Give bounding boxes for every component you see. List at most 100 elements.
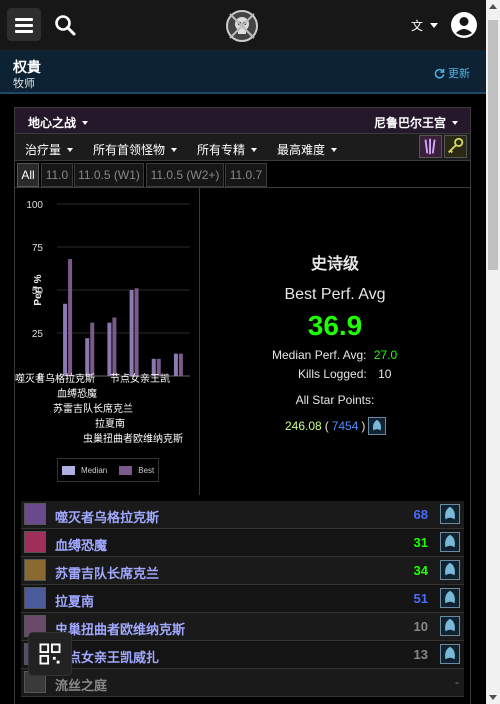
user-account-icon[interactable] — [450, 11, 478, 39]
y-tick-label: 75 — [32, 243, 44, 254]
metric-dropdown[interactable]: 治疗量 — [25, 141, 74, 158]
boss-row[interactable]: 苏雷吉队长席克兰 34 — [21, 557, 464, 585]
chevron-down-icon — [452, 120, 458, 125]
boss-row[interactable]: 节点女亲王凯威扎 13 — [21, 641, 464, 669]
bar-median — [129, 290, 134, 376]
region-crest-icon[interactable] — [368, 417, 387, 435]
boss-score: - — [455, 675, 459, 689]
instance-dropdown[interactable]: 尼鲁巴尔王宫 — [374, 114, 458, 131]
boss-row[interactable]: 血缚恐魔 31 — [21, 529, 464, 557]
boss-row[interactable]: 流丝之庭 - — [21, 669, 464, 697]
x-tick-label: 噬灭者乌格拉克斯 — [15, 372, 95, 385]
legend-best-swatch — [119, 465, 133, 475]
boss-list: 噬灭者乌格拉克斯 68 血缚恐魔 31 苏雷吉队长席克兰 34 拉夏南 51 虫巢扭曲者欧维纳克… — [21, 501, 464, 697]
priest-spec-icon[interactable] — [419, 135, 442, 158]
median-perf-line: Median Perf. Avg: 27.0 — [272, 348, 397, 362]
perf-chart-svg: 1007550250Perf %噬灭者乌格拉克斯血缚恐魔苏雷吉队长席克兰拉夏南虫… — [15, 200, 190, 445]
scroll-up-arrow-icon[interactable] — [489, 4, 497, 9]
perf-chart: 100 75 50 25 0 Perf % 噬灭者乌格拉克斯 血缚恐魔 苏雷吉队长席克兰 拉夏南虫… — [15, 188, 200, 495]
chart-legend: Median Best — [57, 458, 159, 482]
boss-name[interactable]: 血缚恐魔 — [55, 535, 107, 554]
boss-crest-icon[interactable] — [440, 616, 460, 636]
spec-dropdown-label: 所有专精 — [197, 143, 246, 157]
difficulty-dropdown[interactable]: 最高难度 — [277, 141, 338, 158]
spec-dropdown[interactable]: 所有专精 — [197, 141, 258, 158]
tab-11-0-5-w2[interactable]: 11.0.5 (W2+) — [146, 163, 224, 187]
metric-dropdown-label: 治疗量 — [25, 143, 62, 157]
refresh-icon — [434, 68, 445, 78]
boss-name[interactable]: 流丝之庭 — [55, 675, 107, 694]
tab-all[interactable]: All — [17, 163, 39, 187]
kills-logged-value: 10 — [378, 367, 392, 381]
bar-median — [173, 353, 178, 376]
x-tick-label: 节点女亲王凯 — [110, 372, 170, 385]
y-tick-label: 100 — [26, 200, 43, 211]
boss-filter-label: 所有首领怪物 — [93, 143, 166, 157]
scroll-down-arrow-icon[interactable] — [489, 695, 497, 700]
difficulty-dropdown-label: 最高难度 — [277, 143, 326, 157]
boss-score: 51 — [413, 591, 428, 606]
boss-name[interactable]: 苏雷吉队长席克兰 — [55, 563, 159, 582]
page-scrollbar[interactable] — [486, 0, 500, 704]
tab-11-0[interactable]: 11.0 — [41, 163, 73, 187]
best-perf-label: Best Perf. Avg — [284, 286, 386, 303]
kills-logged-line: Kills Logged: 10 — [298, 367, 391, 381]
raid-dropdown-label: 地心之战 — [28, 116, 77, 130]
boss-row[interactable]: 拉夏南 51 — [21, 585, 464, 613]
tab-11-0-7[interactable]: 11.0.7 — [225, 163, 267, 187]
chevron-down-icon — [171, 147, 178, 152]
boss-row[interactable]: 噬灭者乌格拉克斯 68 — [21, 501, 464, 529]
boss-filter-dropdown[interactable]: 所有首领怪物 — [93, 141, 178, 158]
legend-median-label: Median — [81, 465, 108, 475]
update-button[interactable]: 更新 — [434, 65, 470, 81]
star-points-rank[interactable]: 7454 — [332, 419, 359, 433]
qr-code-icon — [39, 643, 61, 665]
boss-score: 13 — [413, 647, 428, 662]
hamburger-menu-button[interactable] — [7, 8, 41, 41]
y-tick-label: 25 — [32, 329, 44, 340]
boss-crest-icon[interactable] — [440, 560, 460, 580]
menu-line — [15, 30, 33, 33]
boss-crest-icon[interactable] — [440, 588, 460, 608]
boss-crest-icon[interactable] — [440, 644, 460, 664]
boss-name[interactable]: 拉夏南 — [55, 591, 94, 610]
boss-score: 10 — [413, 619, 428, 634]
top-bar: 文 — [0, 0, 486, 50]
language-icon[interactable]: 文 — [410, 15, 440, 35]
boss-crest-icon[interactable] — [440, 532, 460, 552]
bar-best — [178, 353, 183, 376]
bar-best — [112, 317, 117, 376]
boss-crest-icon[interactable] — [440, 504, 460, 524]
scroll-thumb[interactable] — [488, 20, 498, 270]
patch-tabs: All 11.0 11.0.5 (W1) 11.0.5 (W2+) 11.0.7 — [15, 161, 470, 188]
median-perf-label: Median Perf. Avg: — [272, 348, 367, 362]
bar-best — [134, 288, 139, 376]
search-icon[interactable] — [54, 14, 76, 36]
boss-name[interactable]: 噬灭者乌格拉克斯 — [55, 507, 159, 526]
boss-row[interactable]: 虫巢扭曲者欧维纳克斯 10 — [21, 613, 464, 641]
rankings-panel: 地心之战 尼鲁巴尔王宫 治疗量 所有首领怪物 所有专精 最高难度 All 11.… — [14, 107, 471, 704]
x-tick-label: 血缚恐魔 — [57, 387, 97, 400]
character-class: 牧师 — [13, 78, 35, 90]
star-paren-close: ) — [361, 419, 366, 433]
menu-line — [15, 24, 33, 27]
chevron-down-icon — [251, 147, 258, 152]
boss-score: 68 — [413, 507, 428, 522]
bar-best — [90, 322, 95, 376]
site-logo-icon[interactable] — [224, 8, 260, 44]
chevron-down-icon — [82, 120, 89, 125]
key-icon[interactable] — [444, 135, 467, 158]
chevron-down-icon — [331, 147, 338, 152]
tab-11-0-5-w1[interactable]: 11.0.5 (W1) — [74, 163, 144, 187]
x-tick-label: 拉夏南 — [95, 417, 125, 430]
qr-code-button[interactable] — [28, 632, 72, 676]
chevron-down-icon — [67, 147, 74, 152]
boss-name[interactable]: 虫巢扭曲者欧维纳克斯 — [55, 619, 185, 638]
update-label: 更新 — [448, 68, 470, 80]
raid-dropdown[interactable]: 地心之战 — [28, 114, 89, 131]
instance-dropdown-label: 尼鲁巴尔王宫 — [373, 116, 446, 130]
boss-portrait-icon — [24, 587, 46, 609]
svg-text:文: 文 — [411, 18, 423, 33]
boss-score: 34 — [413, 563, 428, 578]
median-perf-value: 27.0 — [373, 348, 398, 362]
